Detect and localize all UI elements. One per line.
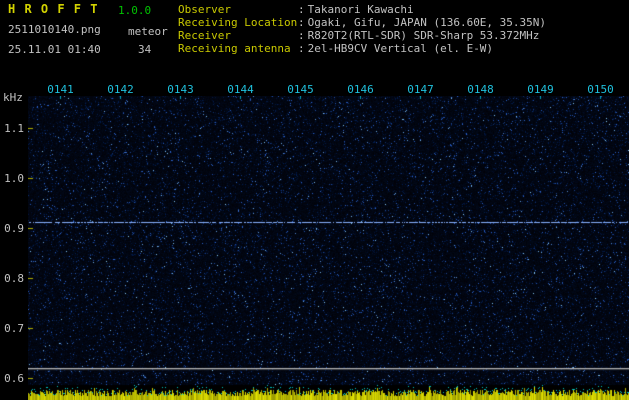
time-tick-label: 0145 — [287, 83, 314, 96]
time-tick-label: 0146 — [347, 83, 374, 96]
echo-count: 34 — [138, 43, 151, 56]
time-tick-label: 0150 — [587, 83, 614, 96]
info-row-location: Receiving Location:Ogaki, Gifu, JAPAN (1… — [178, 16, 628, 29]
time-tick-label: 0141 — [47, 83, 74, 96]
mode-label: meteor — [128, 25, 168, 38]
info-row-observer: Observer:Takanori Kawachi — [178, 3, 628, 16]
time-tick-label: 0144 — [227, 83, 254, 96]
info-value: Ogaki, Gifu, JAPAN (136.60E, 35.35N) — [308, 16, 546, 29]
time-tick-label: 0143 — [167, 83, 194, 96]
info-separator: : — [298, 3, 305, 16]
hrofft-screen: H R O F F T 1.0.0 2511010140.png meteor … — [0, 0, 629, 400]
spectrogram-canvas — [28, 96, 629, 400]
info-row-antenna: Receiving antenna:2el-HB9CV Vertical (el… — [178, 42, 628, 55]
info-value: 2el-HB9CV Vertical (el. E-W) — [308, 42, 493, 55]
time-tick-label: 0149 — [527, 83, 554, 96]
info-value: R820T2(RTL-SDR) SDR-Sharp 53.372MHz — [308, 29, 540, 42]
info-separator: : — [298, 29, 305, 42]
freq-tick-label: 0.6 — [3, 372, 24, 385]
app-version: 1.0.0 — [118, 4, 151, 17]
info-value: Takanori Kawachi — [308, 3, 414, 16]
freq-tick-label: 1.0 — [3, 172, 24, 185]
freq-tick-label: 0.7 — [3, 322, 24, 335]
info-separator: : — [298, 16, 305, 29]
info-separator: : — [298, 42, 305, 55]
capture-timestamp: 25.11.01 01:40 — [8, 43, 101, 56]
freq-tick-label: 1.1 — [3, 122, 24, 135]
time-tick-label: 0147 — [407, 83, 434, 96]
info-label: Receiving antenna — [178, 42, 298, 55]
time-tick-label: 0148 — [467, 83, 494, 96]
freq-axis-unit: kHz — [3, 91, 23, 104]
time-tick-label: 0142 — [107, 83, 134, 96]
info-label: Receiver — [178, 29, 298, 42]
info-label: Receiving Location — [178, 16, 298, 29]
app-title: H R O F F T — [8, 3, 98, 16]
info-row-receiver: Receiver:R820T2(RTL-SDR) SDR-Sharp 53.37… — [178, 29, 628, 42]
freq-tick-label: 0.9 — [3, 222, 24, 235]
station-info: Observer:Takanori Kawachi Receiving Loca… — [178, 3, 628, 55]
info-label: Observer — [178, 3, 298, 16]
freq-tick-label: 0.8 — [3, 272, 24, 285]
capture-filename: 2511010140.png — [8, 23, 101, 36]
